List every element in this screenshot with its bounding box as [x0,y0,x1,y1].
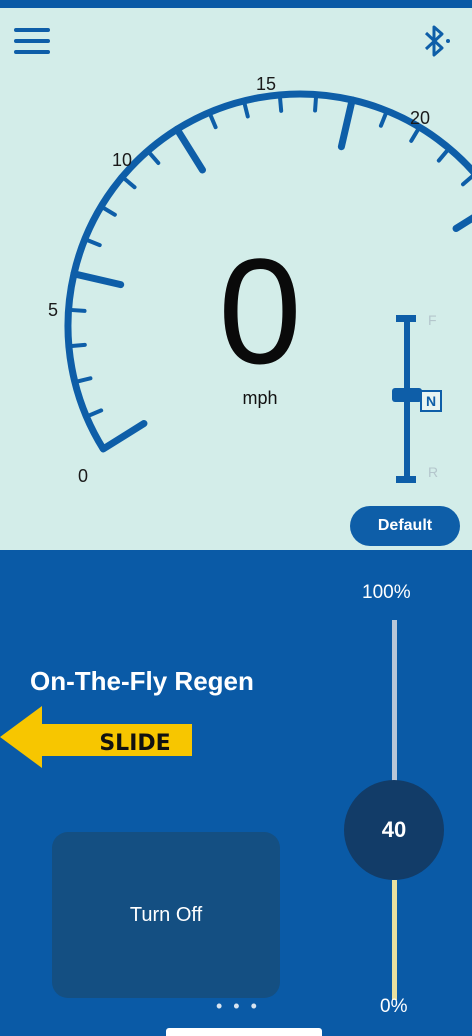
gauge-minor-tick [66,307,87,313]
speedometer-panel: 0 5 10 15 20 0 mph F N R Default [0,8,472,550]
gauge-minor-tick [145,148,161,165]
tick-label-20: 20 [410,108,431,128]
gauge-minor-tick [66,342,87,349]
gear-selector-track [392,315,422,483]
tick-label-5: 5 [48,300,59,320]
regen-slider-track-upper[interactable] [392,620,397,800]
gauge-major-tick [70,270,125,289]
slider-max-label: 100% [362,582,411,603]
bottom-sheet-handle[interactable] [166,1028,322,1036]
gauge-minor-tick [120,174,137,190]
gauge-major-tick [173,125,206,174]
gauge-minor-tick [409,125,422,143]
gauge-minor-tick [313,92,319,113]
gauge-minor-tick [277,92,284,113]
tick-label-10: 10 [112,150,133,170]
gauge-minor-tick [461,173,472,187]
slider-min-label: 0% [380,996,408,1017]
tick-label-0: 0 [78,466,89,486]
status-bar [0,0,472,8]
gear-forward-label[interactable]: F [428,312,437,328]
gauge-major-tick [99,420,148,453]
speed-readout: 0 [218,227,302,395]
gauge-minor-tick [378,108,389,128]
turn-off-button[interactable]: Turn Off [52,832,280,998]
gear-neutral-indicator[interactable]: N [420,390,442,412]
speed-unit-label: mph [242,388,278,408]
bluetooth-icon[interactable] [418,22,454,60]
regen-slider-knob[interactable]: 40 [344,780,444,880]
gauge-minor-tick [82,237,102,248]
tick-label-15: 15 [256,74,277,94]
slide-hint-label: SLIDE [99,731,171,756]
page-indicator-dots[interactable]: • • • [216,996,260,1017]
gauge-minor-tick [99,204,117,217]
regen-slider-track-lower[interactable] [392,880,397,1000]
regen-control-panel: 100% On-The-Fly Regen SLIDE 40 Turn Off … [0,550,472,1036]
default-button[interactable]: Default [350,506,460,546]
hamburger-menu-icon[interactable] [14,24,52,58]
gauge-minor-tick [436,146,452,163]
gauge-major-tick [452,214,472,232]
regen-title: On-The-Fly Regen [30,666,254,696]
gauge-major-tick [337,96,356,151]
gear-reverse-label[interactable]: R [428,464,438,480]
